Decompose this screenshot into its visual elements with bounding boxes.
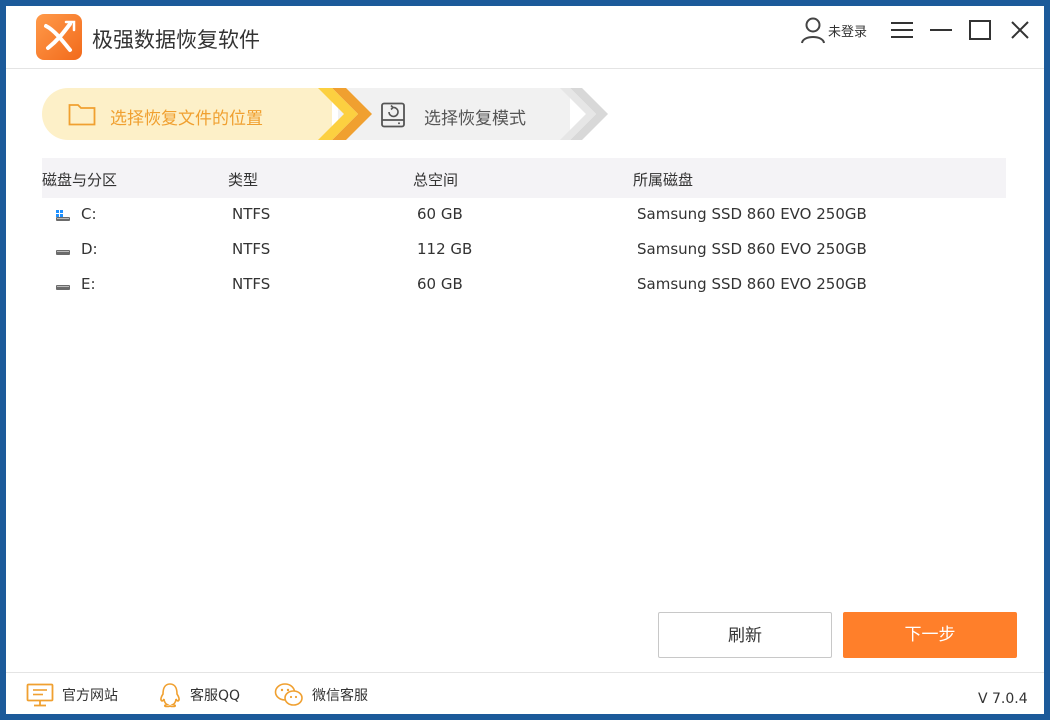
title-bar: 极强数据恢复软件 未登录 xyxy=(6,6,1044,69)
login-label: 未登录 xyxy=(828,24,868,40)
wechat-service-label: 微信客服 xyxy=(312,688,368,704)
partition-table: 磁盘与分区 类型 总空间 所属磁盘 C: NTFS 60 GB Samsung … xyxy=(42,158,1006,303)
monitor-icon xyxy=(26,683,54,707)
menu-icon xyxy=(891,22,913,38)
column-header-type: 类型 xyxy=(228,171,259,189)
cell-type: NTFS xyxy=(232,205,271,223)
qq-icon xyxy=(160,683,180,708)
footer: 官方网站 客服QQ 微信客服 V 7.0.4 xyxy=(6,672,1044,714)
maximize-icon xyxy=(969,20,991,40)
minimize-icon xyxy=(930,29,952,31)
menu-button[interactable] xyxy=(886,14,918,46)
cell-type: NTFS xyxy=(232,275,271,293)
wechat-service-link[interactable]: 微信客服 xyxy=(274,683,368,707)
column-header-size: 总空间 xyxy=(413,171,459,189)
next-step-button[interactable]: 下一步 xyxy=(843,612,1017,658)
cell-partition: D: xyxy=(81,240,98,258)
official-website-link[interactable]: 官方网站 xyxy=(26,683,118,707)
cell-disk: Samsung SSD 860 EVO 250GB xyxy=(637,240,867,258)
column-header-disk: 所属磁盘 xyxy=(633,171,694,189)
cell-partition: C: xyxy=(81,205,97,223)
maximize-button[interactable] xyxy=(964,14,996,46)
app-window: 极强数据恢复软件 未登录 选择恢复文件的位置 选择恢复模式 磁盘与分区 类型 总… xyxy=(6,6,1044,714)
cell-partition: E: xyxy=(81,275,96,293)
cell-disk: Samsung SSD 860 EVO 250GB xyxy=(637,205,867,223)
table-row[interactable]: E: NTFS 60 GB Samsung SSD 860 EVO 250GB xyxy=(42,268,1006,303)
refresh-button[interactable]: 刷新 xyxy=(658,612,832,658)
wechat-icon xyxy=(274,683,303,706)
cell-size: 60 GB xyxy=(417,275,463,293)
official-website-label: 官方网站 xyxy=(62,688,118,704)
cell-size: 60 GB xyxy=(417,205,463,223)
cell-type: NTFS xyxy=(232,240,271,258)
system-drive-icon xyxy=(56,210,70,221)
drive-icon xyxy=(56,285,70,290)
restore-mode-icon xyxy=(381,102,405,128)
version-label: V 7.0.4 xyxy=(978,691,1028,707)
app-logo-icon xyxy=(36,14,82,60)
step-1-label: 选择恢复文件的位置 xyxy=(110,109,263,129)
close-icon xyxy=(1011,21,1029,39)
table-row[interactable]: D: NTFS 112 GB Samsung SSD 860 EVO 250GB xyxy=(42,233,1006,268)
table-header: 磁盘与分区 类型 总空间 所属磁盘 xyxy=(42,158,1006,198)
folder-icon xyxy=(68,104,96,126)
cell-disk: Samsung SSD 860 EVO 250GB xyxy=(637,275,867,293)
cell-size: 112 GB xyxy=(417,240,473,258)
user-icon xyxy=(801,17,825,44)
table-row[interactable]: C: NTFS 60 GB Samsung SSD 860 EVO 250GB xyxy=(42,198,1006,233)
app-title: 极强数据恢复软件 xyxy=(92,28,260,52)
minimize-button[interactable] xyxy=(925,14,957,46)
drive-icon xyxy=(56,250,70,255)
close-button[interactable] xyxy=(1004,14,1036,46)
customer-qq-link[interactable]: 客服QQ xyxy=(158,683,241,708)
step-2-label: 选择恢复模式 xyxy=(424,109,526,129)
step-indicator: 选择恢复文件的位置 选择恢复模式 xyxy=(42,88,622,140)
customer-qq-label: 客服QQ xyxy=(190,688,241,704)
column-header-partition: 磁盘与分区 xyxy=(42,171,118,189)
login-button[interactable]: 未登录 xyxy=(800,16,867,44)
